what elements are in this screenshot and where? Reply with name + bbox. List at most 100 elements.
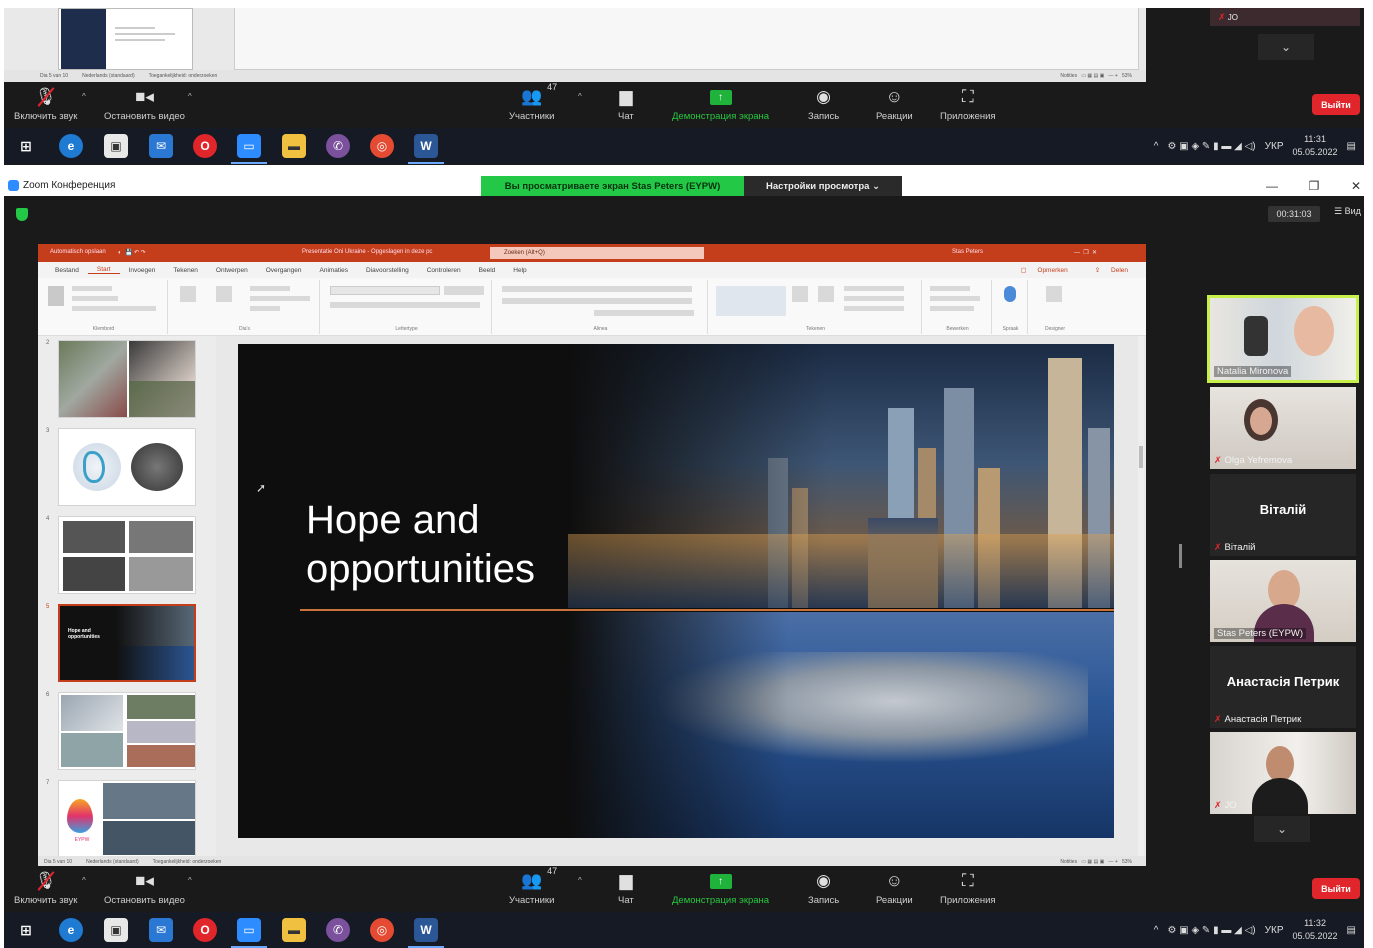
tab-tekenen[interactable]: Tekenen — [164, 267, 207, 274]
leave-button[interactable]: Выйти — [1312, 94, 1360, 115]
clock[interactable]: 11:31 05.05.2022 — [1293, 133, 1338, 159]
window-controls[interactable]: — ❐ ✕ — [1074, 249, 1097, 256]
caret-up-icon[interactable]: ^ — [578, 92, 582, 101]
shapes-gallery[interactable] — [716, 286, 786, 316]
participants-button[interactable]: 👥 47 Участники — [509, 82, 557, 122]
record-button[interactable]: ◉ Запись — [808, 870, 839, 906]
windows-start-icon[interactable]: ⊞ — [14, 134, 38, 158]
tab-bestand[interactable]: Bestand — [46, 267, 88, 274]
stop-video-button[interactable]: ■◂ Остановить видео — [104, 86, 185, 122]
participant-tile[interactable]: ✗ Olga Yefremova — [1210, 387, 1356, 469]
search-icon[interactable] — [930, 286, 970, 291]
minimize-icon[interactable]: — — [1252, 176, 1292, 196]
mail-icon[interactable]: ✉ — [149, 918, 173, 942]
edge-icon[interactable]: e — [59, 918, 83, 942]
security-shield-icon[interactable] — [16, 208, 28, 221]
chevron-up-icon[interactable]: ^ — [1154, 925, 1159, 936]
participant-tile[interactable]: Stas Peters (EYPW) — [1210, 560, 1356, 642]
view-options-dropdown[interactable]: Настройки просмотра ⌄ — [744, 176, 902, 196]
slide-thumbnail[interactable] — [58, 516, 196, 594]
tray-icons[interactable]: ⚙ ▣ ◈ ✎ ▮ ▬ ◢ ◁) — [1167, 141, 1255, 152]
tab-invoegen[interactable]: Invoegen — [120, 267, 165, 274]
tab-help[interactable]: Help — [504, 267, 535, 274]
tab-beeld[interactable]: Beeld — [470, 267, 505, 274]
view-button[interactable]: ☰ Вид — [1334, 206, 1361, 217]
tab-animaties[interactable]: Animaties — [311, 267, 358, 274]
store-icon[interactable]: ▣ — [104, 918, 128, 942]
store-icon[interactable]: ▣ — [104, 134, 128, 158]
tab-diavoorstelling[interactable]: Diavoorstelling — [357, 267, 418, 274]
viber-icon[interactable]: ✆ — [326, 134, 350, 158]
leave-button[interactable]: Выйти — [1312, 878, 1360, 899]
notification-icon[interactable]: ▤ — [1347, 925, 1356, 936]
clock[interactable]: 11:32 05.05.2022 — [1293, 917, 1338, 943]
tray-icons[interactable]: ⚙ ▣ ◈ ✎ ▮ ▬ ◢ ◁) — [1167, 925, 1255, 936]
comments-button[interactable]: ▢ Opmerken — [1011, 266, 1085, 274]
caret-up-icon[interactable]: ^ — [188, 876, 192, 885]
ppt-search-input[interactable]: Zoeken (Alt+Q) — [490, 247, 704, 259]
close-icon[interactable]: ✕ — [1336, 176, 1373, 196]
reactions-button[interactable]: ☺ Реакции — [876, 86, 913, 122]
slide-thumbnail[interactable] — [58, 692, 196, 770]
opera-icon[interactable]: O — [193, 134, 217, 158]
caret-up-icon[interactable]: ^ — [82, 92, 86, 101]
caret-up-icon[interactable]: ^ — [578, 876, 582, 885]
autosave-toggle[interactable]: ◐ 💾 ↶ ↷ — [118, 249, 146, 256]
chevron-up-icon[interactable]: ^ — [1154, 141, 1159, 152]
participant-tile[interactable]: Анастасія Петрик ✗ Анастасія Петрик — [1210, 646, 1356, 728]
caret-up-icon[interactable]: ^ — [82, 876, 86, 885]
zoom-icon[interactable]: ▭ — [231, 134, 267, 164]
slide-thumbnail[interactable] — [58, 428, 196, 506]
notification-icon[interactable]: ▤ — [1347, 141, 1356, 152]
participant-tile[interactable]: Natalia Mironova — [1207, 295, 1359, 383]
stop-video-button[interactable]: ■◂ Остановить видео — [104, 870, 185, 906]
slide-scrollbar[interactable] — [1138, 336, 1144, 856]
reactions-button[interactable]: ☺ Реакции — [876, 870, 913, 906]
slide-thumbnail-selected[interactable]: Hope and opportunities — [58, 604, 196, 682]
share-screen-button[interactable]: ↑ Демонстрация экрана — [672, 86, 769, 122]
tab-overgangen[interactable]: Overgangen — [257, 267, 311, 274]
top-participant-tile[interactable]: ✗ JO — [1210, 8, 1360, 26]
file-explorer-icon[interactable]: ▬ — [282, 134, 306, 158]
paste-icon[interactable] — [48, 286, 64, 306]
windows-start-icon[interactable]: ⊞ — [14, 918, 38, 942]
edge-icon[interactable]: e — [59, 134, 83, 158]
word-icon[interactable]: W — [408, 134, 444, 164]
opera-icon[interactable]: O — [193, 918, 217, 942]
current-slide[interactable]: Hope and opportunities ➚ — [238, 344, 1114, 838]
tab-controleren[interactable]: Controleren — [418, 267, 470, 274]
top-slide-thumbnail[interactable] — [58, 8, 193, 70]
slide-thumbnail[interactable]: EYPW — [58, 780, 196, 856]
participant-tile[interactable]: Віталій ✗ Віталій — [1210, 474, 1356, 556]
viber-icon[interactable]: ✆ — [326, 918, 350, 942]
tab-ontwerpen[interactable]: Ontwerpen — [207, 267, 257, 274]
chevron-down-icon[interactable]: ⌄ — [1258, 34, 1314, 60]
tab-start[interactable]: Start — [87, 266, 120, 274]
chevron-down-icon[interactable]: ⌄ — [1254, 816, 1310, 842]
unmute-button[interactable]: 🎙 Включить звук — [14, 870, 77, 906]
dictate-microphone-icon[interactable] — [1004, 286, 1016, 302]
share-screen-button[interactable]: ↑ Демонстрация экрана — [672, 870, 769, 906]
chrome-icon[interactable]: ◎ — [370, 918, 394, 942]
chat-button[interactable]: ▆ Чат — [618, 870, 634, 906]
designer-icon[interactable] — [1046, 286, 1062, 302]
maximize-icon[interactable]: ❐ — [1294, 176, 1334, 196]
chat-button[interactable]: ▆ Чат — [618, 86, 634, 122]
gallery-splitter[interactable] — [1179, 544, 1182, 568]
caret-up-icon[interactable]: ^ — [188, 92, 192, 101]
unmute-button[interactable]: 🎙 Включить звук — [14, 86, 77, 122]
slide-thumbnail[interactable] — [58, 340, 196, 418]
participants-button[interactable]: 👥 47 Участники — [509, 866, 557, 906]
share-button[interactable]: ⇪ Delen — [1086, 266, 1146, 274]
participant-tile[interactable]: ✗ JO — [1210, 732, 1356, 814]
record-button[interactable]: ◉ Запись — [808, 86, 839, 122]
new-slide-icon[interactable] — [180, 286, 196, 302]
slide-title[interactable]: Hope and opportunities — [306, 496, 535, 594]
apps-button[interactable]: ⛶ Приложения — [940, 86, 996, 122]
word-icon[interactable]: W — [408, 918, 444, 948]
file-explorer-icon[interactable]: ▬ — [282, 918, 306, 942]
mail-icon[interactable]: ✉ — [149, 134, 173, 158]
zoom-icon[interactable]: ▭ — [231, 918, 267, 948]
chrome-icon[interactable]: ◎ — [370, 134, 394, 158]
apps-button[interactable]: ⛶ Приложения — [940, 870, 996, 906]
